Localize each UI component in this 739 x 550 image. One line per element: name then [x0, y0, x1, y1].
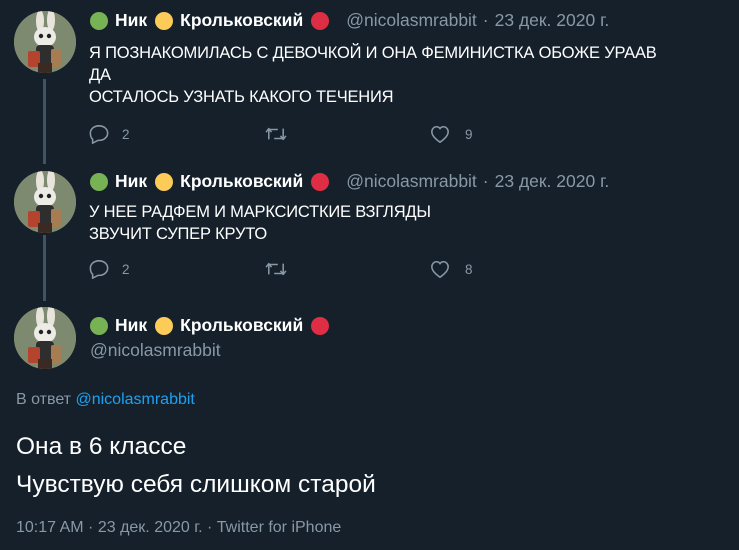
- tweet-header: Ник Крольковский @nicolasmrabbit · 23 де…: [90, 171, 609, 192]
- yellow-circle-icon: [155, 316, 174, 335]
- avatar[interactable]: [14, 171, 76, 233]
- user-handle[interactable]: @nicolasmrabbit: [346, 171, 477, 192]
- display-name-part2[interactable]: Крольковский: [180, 315, 303, 336]
- display-name-part2[interactable]: Крольковский: [180, 171, 303, 192]
- like-count: 8: [465, 261, 473, 277]
- reply-count: 2: [122, 261, 130, 277]
- tweet-thread: Ник Крольковский @nicolasmrabbit · 23 де…: [0, 0, 739, 550]
- reply-icon: [89, 260, 109, 279]
- reply-mention-link[interactable]: @nicolasmrabbit: [75, 391, 194, 408]
- main-tweet-header: Ник Крольковский: [90, 315, 336, 336]
- display-name-part1[interactable]: Ник: [115, 315, 147, 336]
- retweet-button[interactable]: [264, 260, 429, 278]
- reply-button[interactable]: 2: [88, 259, 264, 279]
- rabbit-avatar-icon: [14, 171, 76, 233]
- separator-dot: ·: [482, 171, 489, 191]
- reply-prefix: В ответ: [16, 391, 72, 408]
- red-circle-icon: [311, 172, 330, 191]
- tweet-meta[interactable]: 10:17 AM · 23 дек. 2020 г. · Twitter for…: [16, 519, 341, 537]
- retweet-icon: [265, 262, 287, 276]
- rabbit-avatar-icon: [14, 307, 76, 369]
- tweet-date[interactable]: 23 дек. 2020 г.: [495, 171, 610, 192]
- main-tweet-text: Она в 6 классе Чувствую себя слишком ста…: [16, 433, 376, 498]
- tweet-text: У НЕЕ РАДФЕМ И МАРКСИСТКИЕ ВЗГЛЯДЫ ЗВУЧИ…: [89, 203, 431, 243]
- tweet-actions: 2 8: [88, 259, 473, 279]
- red-circle-icon: [311, 316, 330, 335]
- main-tweet-handle-row: @nicolasmrabbit: [90, 340, 221, 361]
- like-icon: [431, 260, 449, 279]
- avatar[interactable]: [14, 307, 76, 369]
- green-circle-icon: [90, 172, 108, 191]
- user-handle[interactable]: @nicolasmrabbit: [90, 340, 221, 361]
- like-button[interactable]: 8: [429, 259, 473, 279]
- yellow-circle-icon: [155, 172, 174, 191]
- green-circle-icon: [90, 316, 108, 335]
- tweet-2[interactable]: Ник Крольковский @nicolasmrabbit · 23 де…: [0, 0, 739, 300]
- display-name-part1[interactable]: Ник: [115, 171, 147, 192]
- reply-context: В ответ @nicolasmrabbit: [16, 391, 195, 409]
